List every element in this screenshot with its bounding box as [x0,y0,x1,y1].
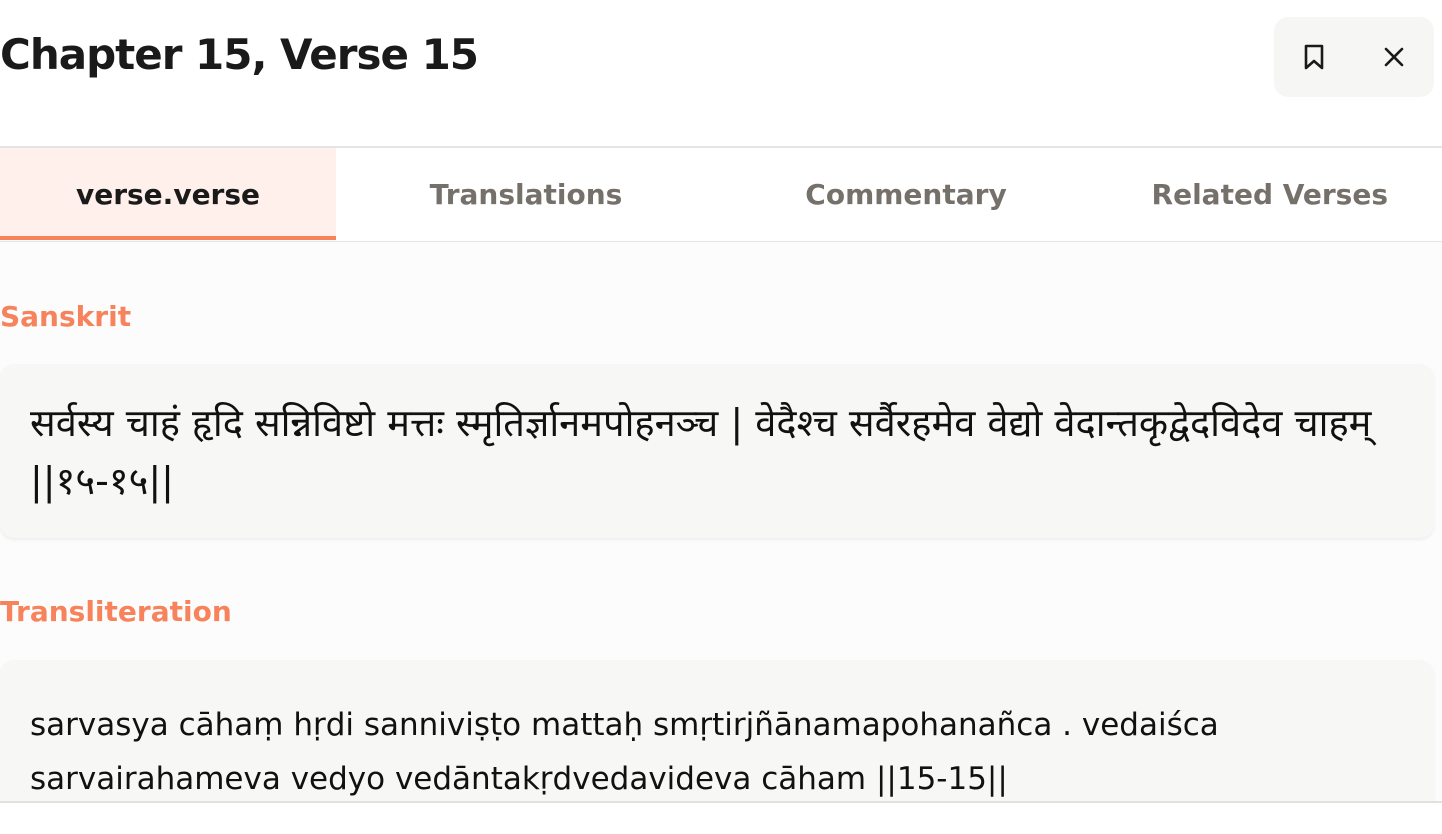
tab-verse[interactable]: verse.verse [0,148,336,240]
sanskrit-heading: Sanskrit [0,300,132,333]
tab-translations[interactable]: Translations [336,148,716,240]
transliteration-heading: Transliteration [0,595,232,628]
header-actions [1274,17,1434,97]
bookmark-button[interactable] [1294,37,1334,77]
transliteration-verse-text: sarvasya cāhaṃ hṛdi sanniviṣṭo mattaḥ sm… [30,707,1219,797]
sanskrit-card: सर्वस्य चाहं हृदि सन्निविष्टो मत्तः स्मृ… [0,364,1434,538]
tab-bar: verse.verse Translations Commentary Rela… [0,148,1442,242]
sanskrit-verse-text: सर्वस्य चाहं हृदि सन्निविष्टो मत्तः स्मृ… [30,401,1372,503]
header: Chapter 15, Verse 15 [0,0,1442,146]
bookmark-icon [1304,44,1324,70]
close-button[interactable] [1374,37,1414,77]
verse-detail-page: Chapter 15, Verse 15 verse.verse Transla… [0,0,1442,834]
close-icon [1384,47,1404,67]
tab-related-verses[interactable]: Related Verses [1096,148,1442,240]
bottom-area [0,803,1442,834]
transliteration-card: sarvasya cāhaṃ hṛdi sanniviṣṭo mattaḥ sm… [0,660,1434,820]
tab-commentary[interactable]: Commentary [716,148,1096,240]
verse-content: Sanskrit सर्वस्य चाहं हृदि सन्निविष्टो म… [0,242,1442,820]
page-title: Chapter 15, Verse 15 [0,30,479,79]
